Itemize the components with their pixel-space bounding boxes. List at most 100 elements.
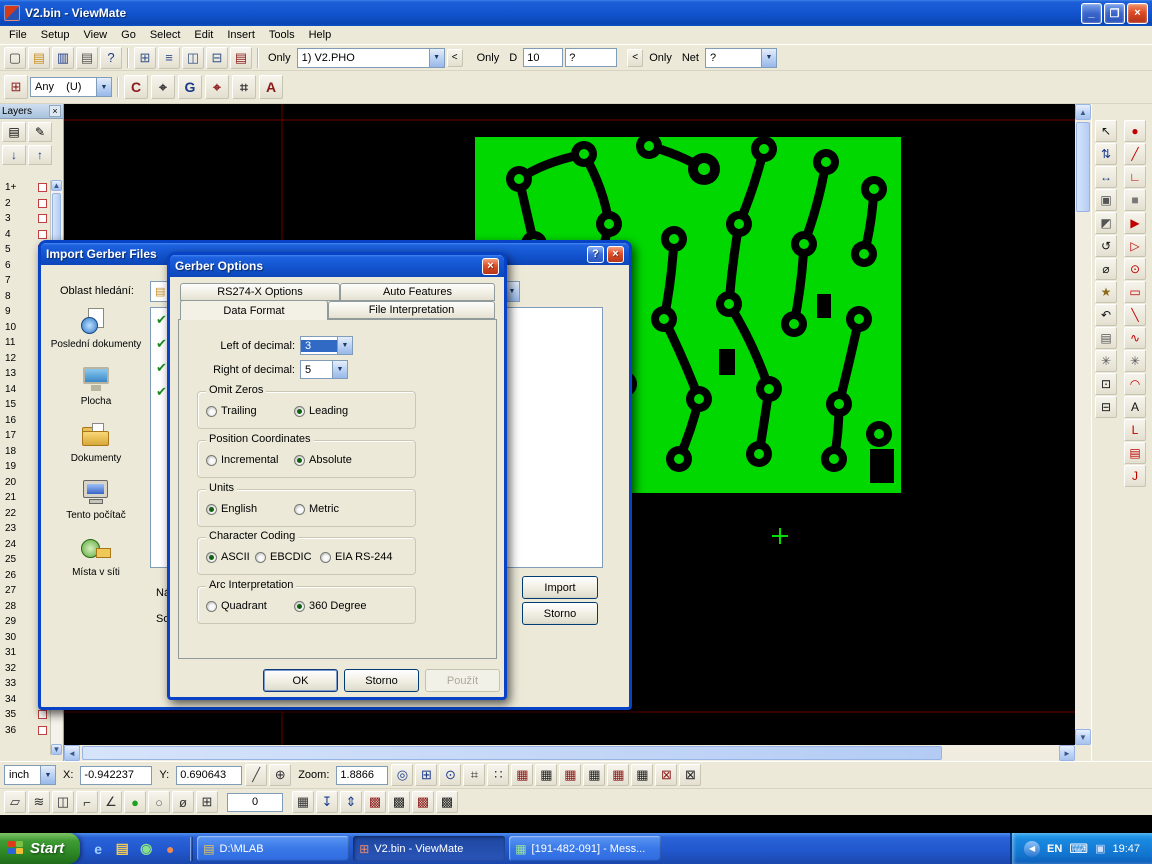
zoom-input[interactable] — [336, 766, 388, 785]
dcode-query-input[interactable] — [565, 48, 617, 67]
dots-view-icon[interactable]: ∷ — [487, 764, 509, 786]
radio-ebcdic[interactable]: EBCDIC — [255, 551, 312, 563]
import-button[interactable]: Import — [522, 576, 598, 599]
pan-icon[interactable]: ↔ — [1095, 166, 1117, 188]
scroll-up-icon[interactable]: ▲ — [1075, 104, 1091, 120]
menu-item[interactable]: Edit — [187, 27, 220, 43]
close-icon[interactable]: × — [49, 105, 61, 117]
sine-tool-icon[interactable]: ∿ — [1124, 327, 1146, 349]
left-of-decimal-select[interactable]: 3 ▼ — [300, 336, 353, 355]
select-rect-icon[interactable]: ▱ — [4, 791, 26, 813]
horizontal-scroll-thumb[interactable] — [82, 746, 942, 760]
undo-icon[interactable]: ↶ — [1095, 304, 1117, 326]
zoom-window-icon[interactable]: ◎ — [391, 764, 413, 786]
taskbar-task-messenger[interactable]: ▦ [191-482-091] - Mess... — [509, 836, 661, 861]
film-pattern-5-icon[interactable]: ▦ — [607, 764, 629, 786]
dot-pattern-3-icon[interactable]: ▩ — [412, 791, 434, 813]
radio-eia-rs244[interactable]: EIA RS-244 — [320, 551, 392, 563]
polygon-tool-icon[interactable]: ▷ — [1124, 235, 1146, 257]
wave-icon[interactable]: ≋ — [28, 791, 50, 813]
chevron-down-icon[interactable]: ▼ — [429, 49, 444, 67]
menu-item[interactable]: Setup — [34, 27, 77, 43]
layer-row[interactable]: 36 — [2, 723, 50, 739]
layer-color-swatch[interactable] — [38, 183, 47, 192]
aperture-list-icon[interactable]: ≡ — [158, 47, 180, 69]
anchor-down-icon[interactable]: ↧ — [316, 791, 338, 813]
raster-icon[interactable]: ▦ — [292, 791, 314, 813]
origin-icon[interactable]: ⊕ — [269, 764, 291, 786]
layer-color-swatch[interactable] — [38, 199, 47, 208]
menu-item[interactable]: Go — [114, 27, 143, 43]
half-square-icon[interactable]: ◫ — [52, 791, 74, 813]
vertical-scroll-thumb[interactable] — [1076, 122, 1090, 212]
updown-icon[interactable]: ⇕ — [340, 791, 362, 813]
layer-row[interactable]: 2 — [2, 196, 50, 212]
text-a-icon[interactable]: A — [259, 75, 283, 99]
only-layer-label[interactable]: Only — [264, 52, 295, 64]
context-help-icon[interactable]: ? — [100, 47, 122, 69]
x-coordinate-input[interactable] — [80, 766, 152, 785]
only-net-label[interactable]: Only — [645, 52, 676, 64]
select-c-icon[interactable]: C — [124, 75, 148, 99]
menu-item[interactable]: View — [76, 27, 114, 43]
layer-row[interactable]: 1+ — [2, 180, 50, 196]
dcode-input[interactable] — [523, 48, 563, 67]
highlight-icon[interactable]: ★ — [1095, 281, 1117, 303]
flash-tool-icon[interactable]: ✳ — [1095, 350, 1117, 372]
open-file-icon[interactable]: ▤ — [28, 47, 50, 69]
only-dcode-label[interactable]: Only — [473, 52, 504, 64]
crosshair-b-icon[interactable]: ⌖ — [205, 75, 229, 99]
angle-icon[interactable]: ∠ — [100, 791, 122, 813]
aperture-grid-icon[interactable]: ⊞ — [4, 75, 28, 99]
probe-icon[interactable]: ø — [172, 791, 194, 813]
show-desktop-icon[interactable]: ◉ — [136, 839, 156, 859]
fill-icon[interactable]: ▣ — [1095, 189, 1117, 211]
chevron-down-icon[interactable]: ▼ — [332, 361, 347, 378]
minimize-button[interactable]: _ — [1081, 3, 1102, 24]
line-tool-icon[interactable]: ╱ — [1124, 143, 1146, 165]
corner-icon[interactable]: ⌐ — [76, 791, 98, 813]
radio-leading[interactable]: Leading — [294, 405, 348, 417]
save-file-icon[interactable]: ▥ — [52, 47, 74, 69]
explorer-icon[interactable]: ▤ — [112, 839, 132, 859]
scroll-left-icon[interactable]: ◄ — [64, 745, 80, 761]
layer-row[interactable]: 3 — [2, 211, 50, 227]
tab-auto-features[interactable]: Auto Features — [340, 283, 495, 301]
radio-incremental[interactable]: Incremental — [206, 454, 278, 466]
chevron-down-icon[interactable]: ▼ — [761, 49, 776, 67]
dot-pattern-2-icon[interactable]: ▩ — [388, 791, 410, 813]
prev-dcode-button[interactable]: < — [627, 49, 643, 67]
place-recent-documents[interactable]: Poslední dokumenty — [49, 307, 143, 350]
move-up-icon[interactable]: ↑ — [28, 145, 52, 165]
tab-data-format[interactable]: Data Format — [180, 300, 328, 320]
active-dcode-input[interactable] — [227, 793, 283, 812]
film-close-2-icon[interactable]: ⊠ — [679, 764, 701, 786]
tab-file-interpretation[interactable]: File Interpretation — [328, 301, 495, 319]
chevron-down-icon[interactable]: ▼ — [337, 337, 352, 354]
network-tray-icon[interactable]: ▣ — [1095, 842, 1105, 855]
diameter-icon[interactable]: ⌀ — [1095, 258, 1117, 280]
measure-diagonal-icon[interactable]: ╱ — [245, 764, 267, 786]
layer-edit-icon[interactable]: ✎ — [28, 122, 52, 142]
filled-rect-tool-icon[interactable]: ■ — [1124, 189, 1146, 211]
layers-table-icon[interactable]: ◫ — [182, 47, 204, 69]
report-icon[interactable]: ▤ — [230, 47, 252, 69]
grid-view-icon[interactable]: ⌗ — [463, 764, 485, 786]
taskbar-task-mlab[interactable]: ▤ D:\MLAB — [197, 836, 349, 861]
place-network[interactable]: Místa v síti — [49, 535, 143, 578]
arrow-tool-icon[interactable]: ▶ — [1124, 212, 1146, 234]
l-shape-tool-icon[interactable]: L — [1124, 419, 1146, 441]
film-pattern-3-icon[interactable]: ▦ — [559, 764, 581, 786]
film-pattern-6-icon[interactable]: ▦ — [631, 764, 653, 786]
net-select[interactable]: ? ▼ — [705, 48, 777, 68]
chevron-down-icon[interactable]: ▼ — [96, 78, 111, 96]
horizontal-scrollbar[interactable]: ◄ ► — [64, 745, 1075, 761]
center-tool-icon[interactable]: ⊡ — [1095, 373, 1117, 395]
radio-metric[interactable]: Metric — [294, 503, 339, 515]
chevron-down-icon[interactable]: ▼ — [40, 766, 55, 784]
browser-icon[interactable]: ● — [160, 839, 180, 859]
move-down-icon[interactable]: ↓ — [2, 145, 26, 165]
taskbar-task-viewmate[interactable]: ⊞ V2.bin - ViewMate — [353, 836, 505, 861]
shade-icon[interactable]: ◩ — [1095, 212, 1117, 234]
radio-ascii[interactable]: ASCII — [206, 551, 250, 563]
